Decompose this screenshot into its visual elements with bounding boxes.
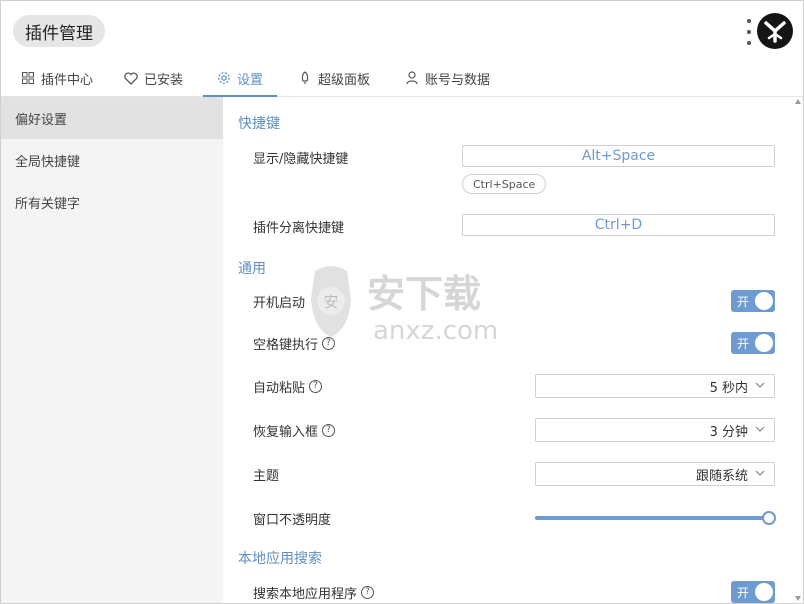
show-hide-shortcut-chip[interactable]: Ctrl+Space <box>462 174 547 194</box>
section-title-local-search: 本地应用搜索 <box>238 551 322 567</box>
chevron-down-icon <box>755 382 765 388</box>
tab-label: 账号与数据 <box>425 72 491 88</box>
search-apps-label: 搜索本地应用程序 ? <box>253 583 375 602</box>
chevron-down-icon <box>755 426 765 432</box>
tab-label: 已安装 <box>144 72 184 88</box>
help-icon[interactable]: ? <box>361 586 375 599</box>
theme-select[interactable]: 跟随系统 <box>535 462 775 486</box>
settings-content: 快捷键 显示/隐藏快捷键 Alt+Space Ctrl+Space 插件分离快捷… <box>223 97 803 603</box>
scroll-down-arrow-icon[interactable] <box>795 596 801 601</box>
app-window: 插件管理 插件中心 已安装 设置 超级面板 账号与数据 偏好设置 全局快捷键 所… <box>0 0 804 604</box>
slider-thumb[interactable] <box>762 511 776 525</box>
rocket-icon <box>298 71 312 85</box>
chevron-down-icon <box>755 470 765 476</box>
sidebar-item-preferences[interactable]: 偏好设置 <box>1 97 223 139</box>
section-title-shortcuts: 快捷键 <box>238 116 280 132</box>
show-hide-shortcut-label: 显示/隐藏快捷键 <box>253 152 349 167</box>
help-icon[interactable]: ? <box>309 380 323 393</box>
startup-toggle[interactable]: 开 <box>731 290 775 312</box>
show-hide-shortcut-input[interactable]: Alt+Space <box>462 145 775 167</box>
detach-shortcut-label: 插件分离快捷键 <box>253 221 345 236</box>
tab-label: 超级面板 <box>318 72 371 88</box>
more-vertical-icon[interactable] <box>744 19 754 45</box>
tab-installed[interactable]: 已安装 <box>124 61 183 95</box>
heart-icon <box>124 71 138 85</box>
scroll-up-arrow-icon[interactable] <box>795 99 801 104</box>
tab-plugin-center[interactable]: 插件中心 <box>21 61 93 95</box>
search-apps-toggle[interactable]: 开 <box>731 581 775 603</box>
tab-label: 插件中心 <box>41 72 94 88</box>
tab-super-panel[interactable]: 超级面板 <box>298 61 370 95</box>
settings-sidebar: 偏好设置 全局快捷键 所有关键字 <box>1 97 223 603</box>
sidebar-item-global-shortcuts[interactable]: 全局快捷键 <box>1 139 223 181</box>
detach-shortcut-input[interactable]: Ctrl+D <box>462 214 775 236</box>
space-exec-label: 空格键执行 ? <box>253 334 336 353</box>
restore-input-select[interactable]: 3 分钟 <box>535 418 775 442</box>
page-title: 插件管理 <box>13 15 105 47</box>
slider-track <box>535 516 767 520</box>
scrollbar[interactable] <box>795 97 801 603</box>
tab-settings[interactable]: 设置 <box>202 61 278 97</box>
restore-input-label: 恢复输入框 ? <box>253 421 336 440</box>
help-icon[interactable]: ? <box>322 337 336 350</box>
auto-paste-select[interactable]: 5 秒内 <box>535 374 775 398</box>
section-title-general: 通用 <box>238 261 266 277</box>
startup-label: 开机启动 <box>253 296 306 311</box>
tab-label: 设置 <box>237 72 264 88</box>
app-logo[interactable] <box>757 13 793 49</box>
opacity-label: 窗口不透明度 <box>253 513 332 528</box>
tab-account-data[interactable]: 账号与数据 <box>405 61 490 95</box>
opacity-slider[interactable] <box>535 511 776 525</box>
tab-bar: 插件中心 已安装 设置 超级面板 账号与数据 <box>1 61 803 97</box>
grid-icon <box>21 71 35 85</box>
sidebar-item-all-keywords[interactable]: 所有关键字 <box>1 181 223 223</box>
user-icon <box>405 71 419 85</box>
auto-paste-label: 自动粘贴 ? <box>253 377 323 396</box>
theme-label: 主题 <box>253 469 280 484</box>
help-icon[interactable]: ? <box>322 424 336 437</box>
space-exec-toggle[interactable]: 开 <box>731 332 775 354</box>
gear-icon <box>217 71 231 85</box>
